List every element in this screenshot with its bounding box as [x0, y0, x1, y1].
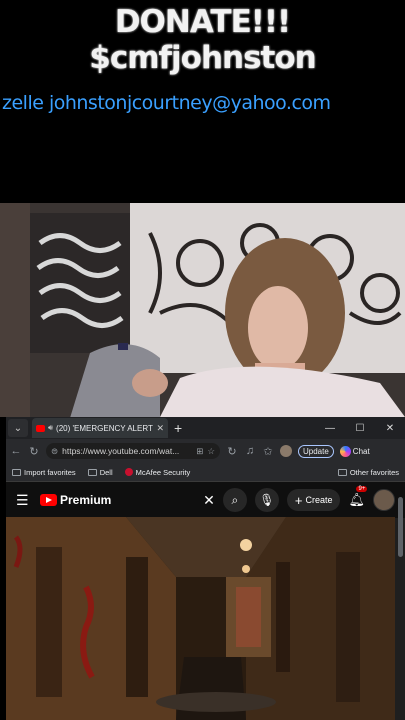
microphone-icon[interactable]: 🎙︎: [254, 488, 279, 512]
chat-label: Chat: [352, 446, 370, 456]
minimize-icon[interactable]: —: [315, 423, 345, 434]
update-label: Update: [303, 446, 329, 456]
site-info-icon[interactable]: ⊜: [51, 446, 58, 457]
page-scrollbar[interactable]: [398, 497, 403, 557]
youtube-header-actions: ✕ ⌕ 🎙︎ + Create 🔔︎ 9+: [203, 486, 395, 512]
zelle-overlay-text: zelle johnstonjcourtney@yahoo.com: [2, 92, 331, 114]
profile-avatar[interactable]: [280, 445, 292, 457]
plus-icon: +: [294, 492, 303, 508]
url-text: https://www.youtube.com/wat...: [62, 446, 180, 456]
youtube-logo-icon[interactable]: [40, 494, 57, 506]
tab-actions-chevron-icon[interactable]: ⌄: [8, 419, 28, 437]
favorite-label: McAfee Security: [135, 467, 191, 477]
favorites-icon[interactable]: ✩: [262, 445, 274, 458]
browser-tab[interactable]: 🔊︎ (20) 'EMERGENCY ALERT Activ ✕: [32, 418, 168, 438]
webcam-image: [0, 203, 405, 417]
new-tab-icon[interactable]: +: [174, 420, 182, 436]
address-bar[interactable]: ⊜ https://www.youtube.com/wat... ⊞ ☆: [46, 443, 220, 459]
other-favorites-label: Other favorites: [349, 467, 399, 477]
favorite-import[interactable]: Import favorites: [12, 468, 76, 477]
window-controls: — ☐ ✕: [315, 423, 405, 434]
create-button[interactable]: + Create: [286, 489, 341, 511]
favorite-mcafee[interactable]: McAfee Security: [124, 467, 191, 477]
favorite-label: Import favorites: [24, 467, 76, 477]
hamburger-menu-icon[interactable]: ☰: [16, 492, 32, 509]
other-favorites[interactable]: Other favorites: [337, 467, 399, 477]
mcafee-icon: [124, 468, 133, 476]
copilot-chat-button[interactable]: Chat: [339, 445, 370, 457]
import-icon: [12, 468, 21, 476]
copilot-icon: [339, 445, 351, 457]
folder-icon: [87, 468, 97, 476]
account-avatar[interactable]: [373, 489, 395, 511]
notification-badge: 9+: [356, 486, 368, 492]
premium-label[interactable]: Premium: [60, 493, 111, 507]
split-screen-icon[interactable]: ⊞: [196, 446, 203, 457]
media-icon[interactable]: ♫: [244, 445, 256, 457]
tab-bar: ⌄ 🔊︎ (20) 'EMERGENCY ALERT Activ ✕ + — ☐…: [6, 417, 405, 439]
favorite-dell[interactable]: Dell: [87, 467, 113, 477]
folder-icon: [337, 468, 347, 476]
tab-title: (20) 'EMERGENCY ALERT Activ: [56, 423, 153, 433]
favorites-bar: Import favorites Dell McAfee Security Ot…: [6, 463, 405, 482]
window-close-icon[interactable]: ✕: [375, 423, 405, 434]
navigation-bar: ← ↻ ⊜ https://www.youtube.com/wat... ⊞ ☆…: [6, 439, 405, 463]
video-player[interactable]: [6, 517, 395, 720]
create-label: Create: [305, 495, 333, 505]
youtube-icon: [36, 424, 45, 432]
tab-close-icon[interactable]: ✕: [156, 423, 164, 434]
notifications-bell-icon[interactable]: 🔔︎ 9+: [348, 486, 368, 508]
favorite-star-icon[interactable]: ☆: [207, 446, 215, 457]
search-icon[interactable]: ⌕: [222, 488, 247, 512]
favorite-label: Dell: [99, 467, 113, 477]
donate-overlay-text: DONATE!!! $cmfjohnston: [89, 4, 316, 76]
webcam-feed: [0, 203, 405, 417]
maximize-icon[interactable]: ☐: [345, 423, 375, 434]
update-button[interactable]: Update: [298, 444, 334, 458]
extensions-icon[interactable]: ↻: [226, 445, 238, 458]
browser-window: ⌄ 🔊︎ (20) 'EMERGENCY ALERT Activ ✕ + — ☐…: [6, 417, 405, 720]
video-frame: [6, 517, 395, 720]
back-arrow-icon[interactable]: ←: [10, 445, 22, 457]
speaker-icon[interactable]: 🔊︎: [48, 423, 53, 433]
refresh-icon[interactable]: ↻: [28, 445, 40, 458]
clear-search-icon[interactable]: ✕: [203, 492, 215, 509]
youtube-header: ☰ Premium ✕ ⌕ 🎙︎ + Create 🔔︎ 9+: [6, 482, 405, 518]
